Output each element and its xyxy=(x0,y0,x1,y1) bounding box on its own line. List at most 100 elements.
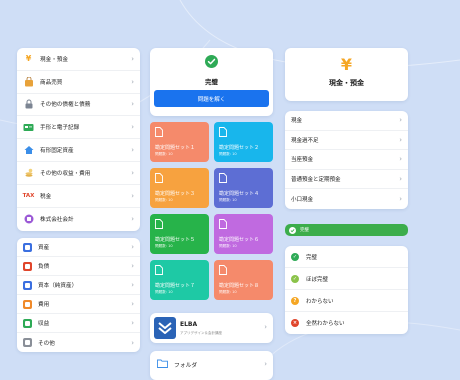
chevron-right-icon: › xyxy=(131,214,134,223)
category-header-card: ¥ 現金・預金 xyxy=(285,48,408,101)
problem-set-name: 勘定問題セット５ xyxy=(155,237,196,243)
elba-app-card[interactable]: ELBA アプリデザイン＆会計講座 › xyxy=(150,313,273,343)
document-icon xyxy=(155,265,163,275)
problem-set-tile[interactable]: 勘定問題セット６ 問題数: 10 xyxy=(214,214,273,254)
chevron-right-icon: › xyxy=(131,319,134,327)
topic-label: 普通預金と定期預金 xyxy=(291,177,341,184)
question-circle-icon: ? xyxy=(291,296,299,305)
solve-problems-button[interactable]: 問題を解く xyxy=(154,90,269,107)
topic-label: 小口現金 xyxy=(291,197,314,204)
status-option-none[interactable]: × 全然わからない xyxy=(285,312,408,334)
check-circle-icon xyxy=(289,226,296,234)
problem-set-name: 勘定問題セット３ xyxy=(155,191,196,197)
problem-set-tile[interactable]: 勘定問題セット２ 問題数: 10 xyxy=(214,122,273,162)
check-circle-icon: ✓ xyxy=(291,252,299,261)
status-option-perfect[interactable]: ✓ 完璧 xyxy=(285,246,408,268)
topic-item[interactable]: 現金 › xyxy=(285,111,408,131)
problem-set-name: 勘定問題セット４ xyxy=(219,191,260,197)
coins-icon xyxy=(23,167,34,178)
topic-item[interactable]: 普通預金と定期預金 › xyxy=(285,170,408,190)
problem-set-name: 勘定問題セット１ xyxy=(155,145,196,151)
category-item-receivables[interactable]: その他の債権と債務 › xyxy=(17,94,140,117)
chevron-right-icon: › xyxy=(399,175,402,184)
status-label: 完璧 xyxy=(306,254,318,261)
completion-banner: 完璧 xyxy=(285,224,408,236)
problem-set-count: 問題数: 10 xyxy=(155,198,173,202)
account-type-assets[interactable]: 資産 › xyxy=(17,238,140,257)
category-label: 現金・預金 xyxy=(40,56,68,63)
status-label: わからない xyxy=(306,298,334,305)
account-type-liabilities[interactable]: 負債 › xyxy=(17,257,140,276)
account-type-label: 負債 xyxy=(38,264,50,270)
problem-set-tile[interactable]: 勘定問題セット１ 問題数: 10 xyxy=(150,122,209,162)
document-icon xyxy=(219,265,227,275)
account-type-label: 費用 xyxy=(38,302,50,308)
document-icon xyxy=(219,127,227,137)
check-circle-icon: ✓ xyxy=(291,274,299,283)
category-item-merchandise[interactable]: 商品売買 › xyxy=(17,71,140,94)
topic-item[interactable]: 当座預金 › xyxy=(285,150,408,170)
category-item-tax[interactable]: TAX 税金 › xyxy=(17,185,140,208)
category-item-cash[interactable]: ¥ 現金・預金 › xyxy=(17,48,140,71)
problem-set-tile[interactable]: 勘定問題セット４ 問題数: 10 xyxy=(214,168,273,208)
house-icon xyxy=(23,145,34,156)
problem-set-tile[interactable]: 勘定問題セット３ 問題数: 10 xyxy=(150,168,209,208)
cross-circle-icon: × xyxy=(291,319,299,327)
expenses-icon xyxy=(23,299,32,309)
chevron-right-icon: › xyxy=(131,300,134,308)
category-item-company[interactable]: 株式会社会計 › xyxy=(17,208,140,231)
document-icon xyxy=(155,219,163,229)
category-label: 税金 xyxy=(40,193,52,200)
card-icon xyxy=(23,122,34,133)
company-icon xyxy=(23,213,34,224)
problem-set-count: 問題数: 10 xyxy=(155,152,173,156)
chevron-right-icon: › xyxy=(131,146,134,155)
shopping-bag-icon xyxy=(23,76,34,87)
topic-label: 現金過不足 xyxy=(291,137,319,144)
topic-item[interactable]: 小口現金 › xyxy=(285,189,408,209)
problem-set-tile[interactable]: 勘定問題セット５ 問題数: 10 xyxy=(150,214,209,254)
topic-item[interactable]: 現金過不足 › xyxy=(285,131,408,151)
problem-set-count: 問題数: 10 xyxy=(219,198,237,202)
account-type-revenue[interactable]: 収益 › xyxy=(17,314,140,333)
folder-card[interactable]: フォルダ › xyxy=(150,351,273,380)
lock-icon xyxy=(23,99,34,110)
status-label: ほぼ完璧 xyxy=(306,276,329,283)
revenue-icon xyxy=(23,318,32,328)
completion-banner-label: 完璧 xyxy=(300,228,309,233)
chevron-right-icon: › xyxy=(399,116,402,125)
problem-set-name: 勘定問題セット７ xyxy=(155,283,196,289)
chevron-right-icon: › xyxy=(399,195,402,204)
account-type-equity[interactable]: 資本（純資産） › xyxy=(17,276,140,295)
chevron-right-icon: › xyxy=(131,262,134,270)
document-icon xyxy=(219,173,227,183)
completion-title: 完璧 xyxy=(205,78,218,86)
category-label: 手形と電子記録 xyxy=(40,125,80,132)
account-type-expenses[interactable]: 費用 › xyxy=(17,295,140,314)
problem-set-tile[interactable]: 勘定問題セット７ 問題数: 10 xyxy=(150,260,209,300)
category-item-other-income[interactable]: その他の収益・費用 › xyxy=(17,162,140,185)
account-type-label: 収益 xyxy=(38,321,50,327)
category-item-notes[interactable]: 手形と電子記録 › xyxy=(17,116,140,140)
account-type-other[interactable]: その他 › xyxy=(17,333,140,352)
topic-label: 現金 xyxy=(291,118,303,125)
topic-list: 現金 › 現金過不足 › 当座預金 › 普通預金と定期預金 › 小口現金 › xyxy=(285,111,408,209)
elba-subtitle: アプリデザイン＆会計講座 xyxy=(180,331,222,335)
problem-set-name: 勘定問題セット８ xyxy=(219,283,260,289)
document-icon xyxy=(219,219,227,229)
chevron-right-icon: › xyxy=(131,243,134,251)
topic-label: 当座預金 xyxy=(291,157,314,164)
problem-set-name: 勘定問題セット６ xyxy=(219,237,260,243)
category-title: 現金・預金 xyxy=(329,79,364,87)
account-type-list: 資産 › 負債 › 資本（純資産） › 費用 › 収益 › その他 › xyxy=(17,238,140,352)
problem-set-tile[interactable]: 勘定問題セット８ 問題数: 10 xyxy=(214,260,273,300)
other-icon xyxy=(23,338,32,347)
category-list: ¥ 現金・預金 › 商品売買 › その他の債権と債務 › 手形と電子記録 › 有… xyxy=(17,48,140,231)
status-option-unsure[interactable]: ? わからない xyxy=(285,290,408,312)
assets-icon xyxy=(23,242,32,252)
status-option-almost[interactable]: ✓ ほぼ完璧 xyxy=(285,268,408,290)
category-item-fixed-assets[interactable]: 有形固定資産 › xyxy=(17,139,140,162)
chevron-right-icon: › xyxy=(264,323,267,331)
chevron-right-icon: › xyxy=(399,135,402,144)
tax-icon: TAX xyxy=(22,192,35,199)
